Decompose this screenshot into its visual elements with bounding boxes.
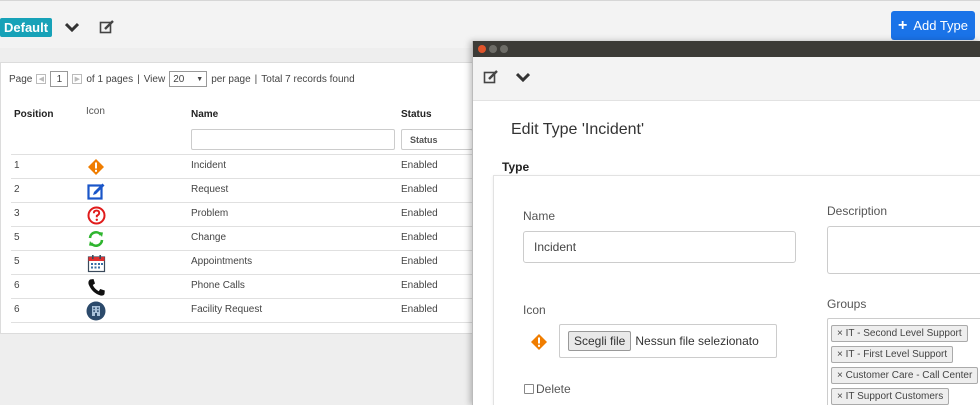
name-filter-input[interactable]	[191, 129, 395, 150]
dialog-titlebar[interactable]	[473, 41, 980, 57]
warning-diamond-icon	[530, 333, 548, 351]
row-name: Problem	[191, 208, 229, 219]
caret-down-icon: ▼	[196, 75, 204, 83]
group-tag[interactable]: × Customer Care - Call Center	[831, 367, 979, 384]
building-icon	[86, 301, 106, 321]
column-header-name[interactable]: Name	[191, 109, 218, 120]
row-name: Facility Request	[191, 304, 263, 315]
current-page-input[interactable]: 1	[50, 71, 69, 87]
per-page-label: per page	[211, 73, 251, 85]
pager-separator: |	[137, 73, 140, 85]
calendar-icon	[86, 253, 106, 273]
chevron-down-icon[interactable]	[514, 68, 532, 86]
types-list-panel: Page ◀ 1 ▶ of 1 pages | View 20 ▼ per pa…	[0, 62, 473, 334]
row-status: Enabled	[401, 304, 438, 315]
window-minimize-icon[interactable]	[489, 45, 497, 53]
row-status: Enabled	[401, 160, 438, 171]
description-input[interactable]	[827, 226, 980, 274]
group-tag[interactable]: × IT Support Customers	[831, 388, 950, 405]
refresh-icon	[86, 229, 106, 249]
name-input[interactable]: Incident	[523, 231, 796, 263]
phone-icon	[86, 277, 106, 297]
window-maximize-icon[interactable]	[500, 45, 508, 53]
dialog-toolbar	[473, 57, 980, 101]
prev-page-icon[interactable]: ◀	[36, 74, 47, 84]
row-status: Enabled	[401, 256, 438, 267]
add-type-label: Add Type	[913, 18, 969, 33]
row-status: Enabled	[401, 184, 438, 195]
row-position: 1	[14, 160, 20, 171]
row-status: Enabled	[401, 208, 438, 219]
status-filter-select[interactable]: Status	[401, 129, 473, 150]
row-status: Enabled	[401, 280, 438, 291]
pagination-bar: Page ◀ 1 ▶ of 1 pages | View 20 ▼ per pa…	[9, 71, 355, 87]
edit-square-icon	[86, 181, 106, 201]
per-page-value: 20	[173, 73, 185, 85]
profile-badge[interactable]: Default	[0, 18, 53, 37]
pager-separator: |	[254, 73, 258, 85]
row-name: Change	[191, 232, 227, 243]
edit-type-dialog: Edit Type 'Incident' Type Name Incident …	[472, 41, 980, 405]
row-name: Appointments	[191, 256, 253, 267]
row-name: Phone Calls	[191, 280, 245, 291]
column-header-icon[interactable]: Icon	[86, 106, 105, 117]
add-type-button[interactable]: + Add Type	[891, 11, 975, 40]
description-label: Description	[827, 204, 888, 218]
no-file-text: Nessun file selezionato	[635, 334, 759, 348]
delete-option[interactable]: Delete	[524, 382, 571, 396]
icon-label: Icon	[523, 303, 546, 317]
row-name: Request	[191, 184, 229, 195]
table-row[interactable]: 5 Change Enabled	[11, 226, 473, 250]
icon-file-input: Scegli file Nessun file selezionato	[559, 324, 777, 358]
row-position: 3	[14, 208, 20, 219]
window-close-icon[interactable]	[478, 45, 486, 53]
table-row[interactable]: 6 Phone Calls Enabled	[11, 274, 473, 298]
question-circle-icon	[86, 205, 106, 225]
dialog-title: Edit Type 'Incident'	[511, 121, 645, 138]
row-position: 5	[14, 256, 20, 267]
table-row[interactable]: 6 Facility Request Enabled	[11, 298, 473, 322]
name-label: Name	[523, 209, 556, 223]
row-status: Enabled	[401, 232, 438, 243]
edit-icon[interactable]	[98, 18, 116, 36]
row-position: 6	[14, 304, 20, 315]
group-tag[interactable]: × IT - Second Level Support	[831, 325, 968, 342]
total-records-text: Total 7 records found	[261, 73, 355, 85]
column-header-status[interactable]: Status	[401, 109, 432, 120]
next-page-icon[interactable]: ▶	[72, 74, 83, 84]
plus-icon: +	[897, 16, 908, 34]
delete-checkbox[interactable]	[524, 384, 534, 394]
delete-label: Delete	[536, 382, 571, 396]
column-header-position[interactable]: Position	[14, 109, 53, 120]
table-row[interactable]: 5 Appointments Enabled	[11, 250, 473, 274]
groups-label: Groups	[827, 297, 867, 311]
page-label: Page	[9, 73, 33, 85]
edit-icon[interactable]	[482, 68, 500, 86]
per-page-select[interactable]: 20 ▼	[169, 71, 208, 87]
table-bottom-border	[11, 322, 473, 323]
choose-file-button[interactable]: Scegli file	[568, 331, 632, 351]
of-pages-text: of 1 pages	[86, 73, 134, 85]
section-title: Type	[502, 160, 530, 174]
table-row[interactable]: 3 Problem Enabled	[11, 202, 473, 226]
row-name: Incident	[191, 160, 227, 171]
warning-diamond-icon	[86, 157, 106, 177]
view-label: View	[143, 73, 166, 85]
group-tag[interactable]: × IT - First Level Support	[831, 346, 954, 363]
chevron-down-icon[interactable]	[63, 18, 81, 36]
row-position: 2	[14, 184, 20, 195]
row-position: 5	[14, 232, 20, 243]
row-position: 6	[14, 280, 20, 291]
table-row[interactable]: 2 Request Enabled	[11, 178, 473, 202]
table-row[interactable]: 1 Incident Enabled	[11, 154, 473, 178]
